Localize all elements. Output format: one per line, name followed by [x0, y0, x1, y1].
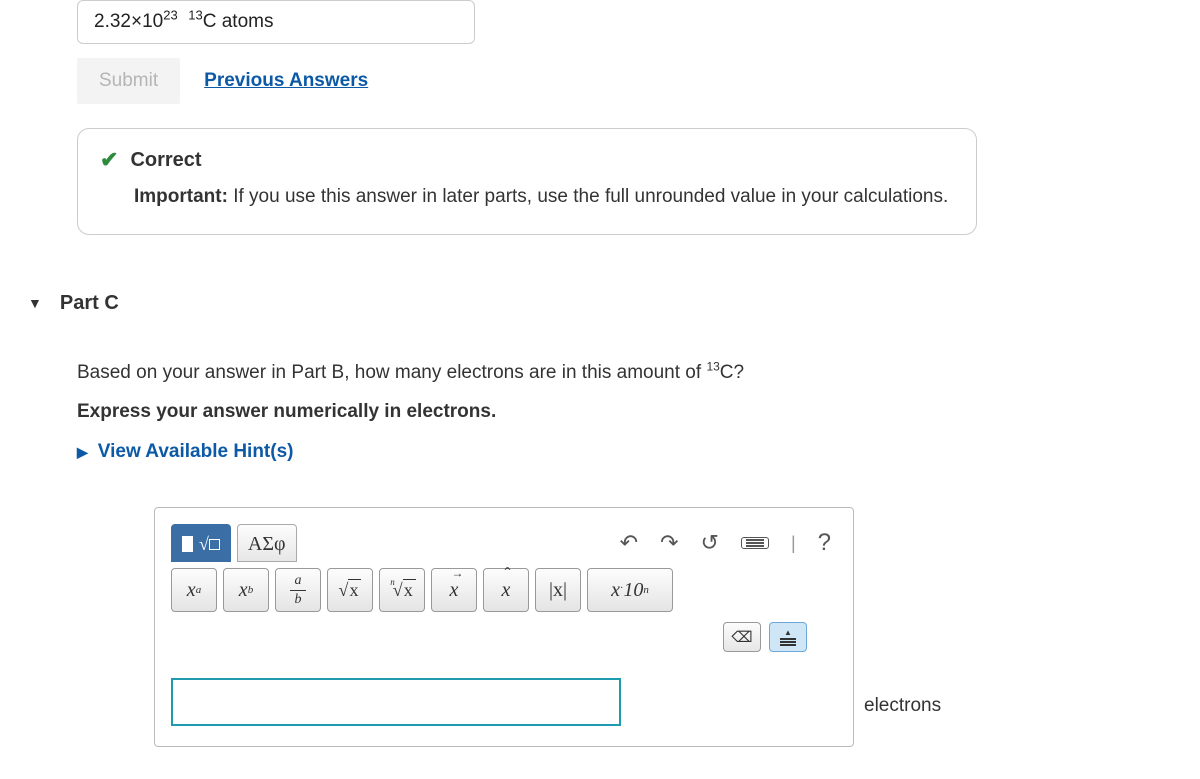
- isotope-symbol: C: [203, 11, 217, 32]
- isotope-mass: 13: [188, 8, 202, 23]
- question-isotope-mass: 13: [706, 359, 719, 373]
- template-rect-icon: [182, 536, 193, 552]
- hints-label: View Available Hint(s): [98, 441, 294, 463]
- question-text: Based on your answer in Part B, how many…: [77, 359, 1200, 388]
- answer-instruction: Express your answer numerically in elect…: [77, 401, 1200, 423]
- subscript-button[interactable]: xb: [223, 568, 269, 612]
- fraction-button[interactable]: a b: [275, 568, 321, 612]
- unit-vector-button[interactable]: x: [483, 568, 529, 612]
- vector-button[interactable]: x: [431, 568, 477, 612]
- separator: |: [791, 533, 796, 554]
- feedback-box: ✔ Correct Important: If you use this ans…: [77, 128, 977, 235]
- part-c-header[interactable]: ▼ Part C: [0, 291, 1200, 315]
- question-pre: Based on your answer in Part B, how many…: [77, 362, 706, 383]
- editor-tab-row: √ ΑΣφ ↶ ↷ ↺ | ?: [171, 524, 837, 562]
- keyboard-icon[interactable]: [741, 537, 769, 549]
- tab-templates[interactable]: √: [171, 524, 231, 562]
- equation-editor: √ ΑΣφ ↶ ↷ ↺ | ? xa: [154, 507, 854, 747]
- tab-greek[interactable]: ΑΣφ: [237, 524, 297, 562]
- caret-right-icon: ▶: [77, 444, 88, 461]
- greek-label: ΑΣφ: [248, 533, 286, 556]
- editor-button-row: xa xb a b √x n√x: [171, 568, 837, 612]
- part-c-title: Part C: [60, 292, 119, 315]
- keyboard-toggle-button[interactable]: ▲: [769, 622, 807, 652]
- absolute-value-button[interactable]: |x|: [535, 568, 581, 612]
- reset-icon[interactable]: ↺: [701, 530, 719, 556]
- question-isotope-symbol: C: [720, 362, 734, 383]
- answer-input[interactable]: [171, 678, 621, 726]
- sqrt-button[interactable]: √x: [327, 568, 373, 612]
- nth-root-button[interactable]: n√x: [379, 568, 425, 612]
- backspace-button[interactable]: ⌫: [723, 622, 761, 652]
- keyboard-toggle-icon: ▲: [780, 629, 796, 646]
- question-post: ?: [734, 362, 745, 383]
- backspace-icon: ⌫: [731, 628, 752, 646]
- help-icon[interactable]: ?: [818, 529, 831, 557]
- feedback-text: Important: If you use this answer in lat…: [134, 183, 954, 212]
- answer-units-label: electrons: [864, 695, 941, 717]
- important-label: Important:: [134, 186, 228, 207]
- answer-exponent: 23: [163, 8, 177, 23]
- important-text: If you use this answer in later parts, u…: [228, 186, 948, 207]
- view-hints-toggle[interactable]: ▶ View Available Hint(s): [77, 441, 1200, 463]
- answer-units: atoms: [216, 11, 273, 32]
- answer-coefficient: 2.32×10: [94, 11, 163, 32]
- submit-button[interactable]: Submit: [77, 58, 180, 104]
- caret-down-icon: ▼: [28, 295, 42, 311]
- check-icon: ✔: [100, 147, 118, 173]
- feedback-status: Correct: [130, 149, 201, 172]
- scientific-notation-button[interactable]: x · 10n: [587, 568, 673, 612]
- template-sqrt-icon: √: [199, 534, 220, 555]
- previous-answers-link[interactable]: Previous Answers: [204, 70, 368, 92]
- previous-answer-display: 2.32×1023 13C atoms: [77, 0, 475, 44]
- redo-icon[interactable]: ↷: [660, 530, 678, 556]
- undo-icon[interactable]: ↶: [620, 530, 638, 556]
- superscript-button[interactable]: xa: [171, 568, 217, 612]
